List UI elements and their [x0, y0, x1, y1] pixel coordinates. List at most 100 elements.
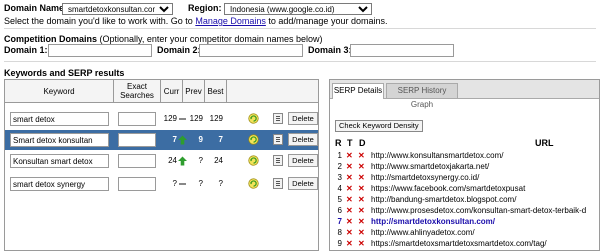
delete-button[interactable]: Delete	[288, 154, 318, 167]
serp-tabbar: SERP Details SERP History Graph	[330, 80, 599, 109]
domain-name-label: Domain Name:	[4, 3, 68, 13]
serp-url-link[interactable]: http://smartdetoxkonsultan.com/	[371, 217, 495, 226]
check-keyword-density-button[interactable]: Check Keyword Density	[335, 120, 423, 132]
keyword-row-selected[interactable]: 7 9 7 Delete	[5, 130, 318, 150]
keyword-input[interactable]	[10, 112, 109, 126]
up-arrow-icon	[178, 135, 187, 145]
serp-result-row: 6 ✕ ✕ http://www.prosesdetox.com/konsulta…	[330, 206, 599, 216]
domain2-input[interactable]	[199, 44, 303, 57]
serp-rank: 4	[337, 184, 342, 193]
instruction-post: to add/manage your domains.	[268, 16, 388, 26]
x-icon: ✕	[358, 151, 365, 160]
region-label: Region:	[188, 3, 222, 13]
serp-url-link[interactable]: https://smartdetoxsmartdetoxsmartdetox.c…	[371, 239, 547, 248]
x-icon: ✕	[358, 206, 365, 215]
refresh-icon[interactable]	[248, 178, 259, 189]
refresh-icon[interactable]	[248, 134, 259, 145]
competition-subtitle: (Optionally, enter your competitor domai…	[99, 34, 323, 44]
domain2-label: Domain 2:	[157, 45, 201, 55]
col-keyword[interactable]: Keyword	[5, 80, 114, 102]
serp-url-link[interactable]: http://smartdetoxsynergy.co.id/	[371, 173, 479, 182]
prev-rank: ?	[198, 179, 203, 188]
competition-heading: Competition Domains (Optionally, enter y…	[4, 34, 322, 44]
col-url: URL	[535, 138, 554, 148]
curr-rank: 7	[172, 135, 177, 144]
serp-url-link[interactable]: https://www.facebook.com/smartdetoxpusat	[371, 184, 525, 193]
x-icon: ✕	[346, 151, 353, 160]
keyword-input[interactable]	[10, 154, 109, 168]
serp-url-link[interactable]: http://bandung-smartdetox.blogspot.com/	[371, 195, 516, 204]
exact-searches-input[interactable]	[118, 177, 156, 191]
keyword-input[interactable]	[10, 177, 109, 191]
exact-searches-input[interactable]	[118, 154, 156, 168]
col-r: R	[335, 138, 342, 148]
serp-url-link[interactable]: http://www.ahlinyadetox.com/	[371, 228, 475, 237]
col-prev[interactable]: Prev	[183, 80, 205, 102]
divider	[4, 28, 596, 29]
curr-rank: 24	[168, 156, 177, 165]
keywords-table-header: Keyword Exact Searches Curr Prev Best	[5, 80, 318, 103]
prev-rank: 9	[198, 135, 203, 144]
col-curr[interactable]: Curr	[161, 80, 183, 102]
serp-result-row: 8 ✕ ✕ http://www.ahlinyadetox.com/	[330, 228, 599, 238]
refresh-icon[interactable]	[248, 155, 259, 166]
competition-title: Competition Domains	[4, 34, 98, 44]
tab-serp-history-graph[interactable]: SERP History Graph	[386, 83, 458, 109]
keyword-row[interactable]: 24 ? 24 Delete	[5, 151, 318, 171]
serp-panel: SERP Details SERP History Graph Check Ke…	[329, 79, 600, 251]
serp-rank: 8	[337, 228, 342, 237]
keyword-row[interactable]: 129 129 129 Delete	[5, 109, 318, 129]
details-menu-button[interactable]	[273, 155, 283, 166]
serp-rank: 7	[337, 217, 342, 226]
serp-url-link[interactable]: http://www.prosesdetox.com/konsultan-sma…	[371, 206, 586, 215]
x-icon: ✕	[358, 228, 365, 237]
domain1-label: Domain 1:	[4, 45, 48, 55]
prev-rank: 129	[189, 114, 203, 123]
serp-url-link[interactable]: http://www.konsultansmartdetox.com/	[371, 151, 504, 160]
delete-button[interactable]: Delete	[288, 112, 318, 125]
delete-button[interactable]: Delete	[288, 133, 318, 146]
serp-result-row: 1 ✕ ✕ http://www.konsultansmartdetox.com/	[330, 151, 599, 161]
serp-result-row: 4 ✕ ✕ https://www.facebook.com/smartdetox…	[330, 184, 599, 194]
flat-trend-icon	[179, 118, 186, 120]
up-arrow-icon	[178, 156, 187, 166]
serp-result-row: 9 ✕ ✕ https://smartdetoxsmartdetoxsmartde…	[330, 239, 599, 249]
x-icon: ✕	[358, 239, 365, 248]
domain3-label: Domain 3:	[308, 45, 352, 55]
serp-result-row-own-domain: 7 ✕ ✕ http://smartdetoxkonsultan.com/	[330, 217, 599, 227]
instruction-text: Select the domain you'd like to work wit…	[4, 16, 387, 26]
manage-domains-link[interactable]: Manage Domains	[195, 16, 266, 26]
x-icon: ✕	[346, 195, 353, 204]
tab-serp-details[interactable]: SERP Details	[332, 83, 384, 99]
curr-rank: ?	[172, 179, 177, 188]
flat-trend-icon	[179, 183, 186, 185]
exact-searches-input[interactable]	[118, 133, 156, 147]
keyword-input[interactable]	[10, 133, 109, 147]
serp-rank: 6	[337, 206, 342, 215]
keyword-row[interactable]: ? ? ? Delete	[5, 174, 318, 194]
serp-url-link[interactable]: http://www.smartdetoxjakarta.net/	[371, 162, 489, 171]
col-t: T	[347, 138, 353, 148]
domain3-input[interactable]	[350, 44, 454, 57]
best-rank: ?	[218, 179, 223, 188]
curr-rank: 129	[163, 114, 177, 123]
best-rank: 24	[214, 156, 223, 165]
best-rank: 7	[218, 135, 223, 144]
x-icon: ✕	[346, 239, 353, 248]
details-menu-button[interactable]	[273, 134, 283, 145]
region-select[interactable]: Indonesia (www.google.co.id)	[224, 3, 372, 15]
col-actions	[227, 80, 318, 102]
refresh-icon[interactable]	[248, 113, 259, 124]
domain-select[interactable]: smartdetoxkonsultan.com	[62, 3, 173, 15]
details-menu-button[interactable]	[273, 113, 283, 124]
x-icon: ✕	[358, 162, 365, 171]
serp-result-row: 5 ✕ ✕ http://bandung-smartdetox.blogspot.…	[330, 195, 599, 205]
delete-button[interactable]: Delete	[288, 177, 318, 190]
x-icon: ✕	[358, 184, 365, 193]
exact-searches-input[interactable]	[118, 112, 156, 126]
details-menu-button[interactable]	[273, 178, 283, 189]
col-best[interactable]: Best	[205, 80, 227, 102]
col-exact-searches[interactable]: Exact Searches	[114, 80, 161, 102]
domain1-input[interactable]	[48, 44, 152, 57]
best-rank: 129	[209, 114, 223, 123]
